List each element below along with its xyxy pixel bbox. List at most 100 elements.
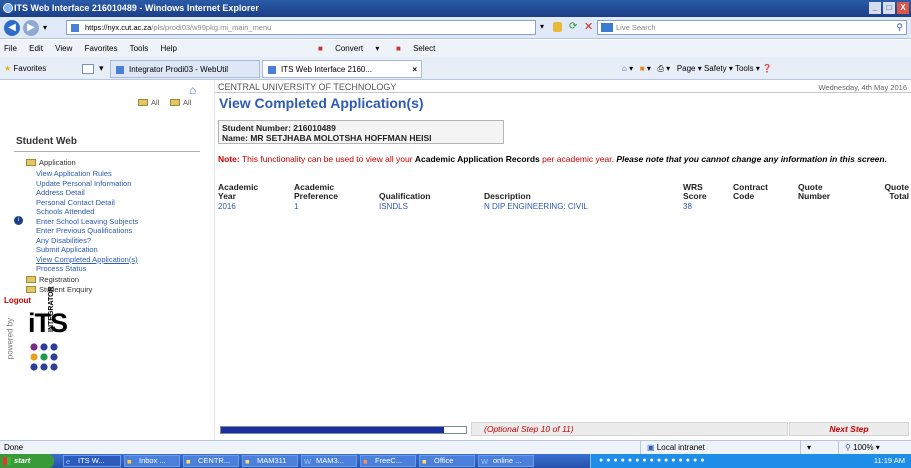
history-dropdown-icon[interactable]: ▾ bbox=[43, 23, 47, 32]
close-button[interactable]: X bbox=[897, 2, 909, 14]
column-header-quote-total: Quote Total bbox=[884, 182, 909, 201]
help-icon[interactable]: ❓ bbox=[762, 64, 772, 73]
back-arrow-icon[interactable]: ◀ bbox=[4, 20, 20, 36]
next-step-button[interactable]: Next Step bbox=[789, 422, 909, 436]
start-button[interactable]: start bbox=[0, 454, 54, 468]
menu-favorites[interactable]: Favorites bbox=[85, 44, 118, 53]
sidebar-item-submit-application[interactable]: Submit Application bbox=[36, 245, 98, 255]
header-divider bbox=[215, 92, 911, 93]
sidebar-divider bbox=[14, 151, 200, 152]
address-bar[interactable]: https://nyx.cut.ac.za/pls/prodi03/w99pkg… bbox=[66, 20, 536, 35]
address-dropdown-icon[interactable]: ▾ bbox=[540, 22, 544, 31]
cell-wrs-score: 38 bbox=[683, 202, 692, 211]
taskbar-item-centr[interactable]: ■ CENTR... bbox=[183, 455, 239, 467]
menu-tools[interactable]: Tools bbox=[130, 44, 149, 53]
taskbar-item-mam311[interactable]: ■ MAM311 bbox=[242, 455, 298, 467]
ie-icon bbox=[3, 3, 13, 13]
sidebar-group-registration[interactable]: Registration bbox=[26, 275, 79, 284]
progress-fill bbox=[221, 427, 444, 433]
cell-academic-year[interactable]: 2016 bbox=[218, 202, 236, 211]
feeds-icon[interactable]: ■ bbox=[640, 64, 645, 73]
forward-arrow-icon[interactable]: ▶ bbox=[23, 20, 39, 36]
close-tab-icon[interactable]: × bbox=[412, 61, 417, 79]
search-placeholder: Live Search bbox=[616, 23, 656, 32]
sidebar-group-student-enquiry[interactable]: Student Enquiry bbox=[26, 285, 92, 294]
url-host: https://nyx.cut.ac.za bbox=[85, 23, 152, 32]
tab-page-icon bbox=[268, 66, 276, 74]
powered-by-logo: powered by iTS INTEGRATOR bbox=[2, 286, 122, 374]
command-bar[interactable]: ⌂ ▾ ■ ▾ ⎙ ▾ Page ▾ Safety ▾ Tools ▾ ❓ bbox=[622, 61, 772, 77]
folder-icon: ■ bbox=[422, 457, 427, 466]
sidebar-item-process-status[interactable]: Process Status bbox=[36, 264, 86, 274]
sidebar-item-address-detail[interactable]: Address Detail bbox=[36, 188, 85, 198]
search-input[interactable]: Live Search ⚲ bbox=[597, 20, 907, 35]
sidebar: ⌂ All All Student Web Application View A… bbox=[0, 80, 215, 440]
favorites-button[interactable]: ★ Favorites bbox=[4, 61, 46, 77]
info-icon: i bbox=[14, 216, 23, 225]
sidebar-item-personal-contact-detail[interactable]: Personal Contact Detail bbox=[36, 198, 115, 208]
zoom-control[interactable]: ⚲ 100% ▾ bbox=[838, 441, 880, 455]
tab-its-web-interface[interactable]: ITS Web Interface 2160... × bbox=[262, 60, 422, 78]
home-icon[interactable]: ⌂ bbox=[189, 83, 196, 97]
tab-list-icon[interactable]: ▾ bbox=[99, 63, 104, 74]
sidebar-item-any-disabilities[interactable]: Any Disabilities? bbox=[36, 236, 91, 246]
current-date: Wednesday, 4th May 2016 bbox=[818, 83, 907, 92]
clock: 11:19 AM bbox=[873, 456, 905, 465]
system-tray[interactable]: ●●●●●●●●●●●●●●● 11:19 AM bbox=[590, 454, 911, 468]
taskbar-item-freec[interactable]: ■ FreeC... bbox=[360, 455, 416, 467]
window-title-bar: ITS Web Interface 216010489 - Windows In… bbox=[0, 0, 911, 17]
protected-mode-icon[interactable]: ▾ bbox=[800, 441, 811, 455]
stop-icon[interactable]: ✕ bbox=[584, 20, 593, 33]
minimize-button[interactable]: _ bbox=[869, 2, 881, 14]
column-header-description: Description bbox=[484, 191, 531, 201]
sidebar-item-view-application-rules[interactable]: View Application Rules bbox=[36, 169, 112, 179]
sidebar-item-view-completed-applications[interactable]: View Completed Application(s) bbox=[36, 255, 138, 265]
sidebar-heading: Student Web bbox=[16, 136, 77, 147]
home-icon[interactable]: ⌂ bbox=[622, 64, 627, 73]
security-zone[interactable]: ▣ Local intranet bbox=[640, 441, 790, 455]
lock-icon[interactable] bbox=[553, 22, 562, 32]
column-header-contract-code: Contract Code bbox=[733, 182, 768, 201]
cell-qualification: ISNDLS bbox=[379, 202, 408, 211]
folder-icon: ■ bbox=[186, 457, 191, 466]
print-icon[interactable]: ⎙ bbox=[658, 64, 664, 73]
select-button[interactable]: ■ Select bbox=[396, 40, 445, 57]
sidebar-item-update-personal-information[interactable]: Update Personal Information bbox=[36, 179, 131, 189]
search-icon[interactable]: ⚲ bbox=[896, 21, 903, 34]
powered-by-label: powered by bbox=[5, 317, 15, 360]
sidebar-item-enter-school-leaving-subjects[interactable]: Enter School Leaving Subjects bbox=[36, 217, 138, 227]
menu-help[interactable]: Help bbox=[161, 44, 177, 53]
taskbar-item-office[interactable]: ■ Office bbox=[419, 455, 475, 467]
command-bar-menus[interactable]: Page ▾ Safety ▾ Tools ▾ bbox=[677, 64, 760, 73]
taskbar-item-inbox[interactable]: ■ Inbox ... bbox=[124, 455, 180, 467]
column-header-wrs-score: WRS Score bbox=[683, 182, 707, 201]
taskbar-item-ie[interactable]: e ITS W... bbox=[63, 455, 121, 467]
favorites-bar: ★ Favorites ▾ Integrator Prodi03 - WebUt… bbox=[0, 57, 911, 80]
folder-icon bbox=[26, 276, 36, 283]
sidebar-item-schools-attended[interactable]: Schools Attended bbox=[36, 207, 94, 217]
folder-icon bbox=[26, 286, 36, 293]
sidebar-group-application[interactable]: Application bbox=[26, 158, 76, 167]
maximize-button[interactable]: □ bbox=[883, 2, 895, 14]
window-title: ITS Web Interface 216010489 - Windows In… bbox=[14, 3, 259, 13]
page-icon bbox=[71, 24, 79, 32]
outlook-icon: ■ bbox=[127, 457, 132, 466]
student-info-box: Student Number: 216010489 Name: MR SETJH… bbox=[218, 120, 504, 144]
tab-integrator[interactable]: Integrator Prodi03 - WebUtil bbox=[110, 60, 260, 78]
sidebar-item-enter-previous-qualifications[interactable]: Enter Previous Qualifications bbox=[36, 226, 132, 236]
convert-button[interactable]: ■ Convert ▾ bbox=[318, 40, 379, 57]
note-text: Note: This functionality can be used to … bbox=[218, 154, 887, 164]
expand-all-button[interactable]: All bbox=[138, 98, 159, 107]
refresh-icon[interactable]: ⟳ bbox=[569, 21, 577, 32]
taskbar-item-online[interactable]: Wonline ... bbox=[478, 455, 534, 467]
menu-edit[interactable]: Edit bbox=[29, 44, 43, 53]
menu-file[interactable]: File bbox=[4, 44, 17, 53]
word-icon: W bbox=[481, 457, 489, 466]
progress-bar bbox=[220, 426, 467, 434]
taskbar-item-mam3[interactable]: W MAM3... bbox=[301, 455, 357, 467]
its-logo-sub: INTEGRATOR bbox=[48, 286, 55, 332]
collapse-all-button[interactable]: All bbox=[170, 98, 191, 107]
quick-tabs-icon[interactable] bbox=[82, 64, 94, 74]
step-indicator: (Optional Step 10 of 11) bbox=[471, 422, 788, 436]
menu-view[interactable]: View bbox=[55, 44, 72, 53]
